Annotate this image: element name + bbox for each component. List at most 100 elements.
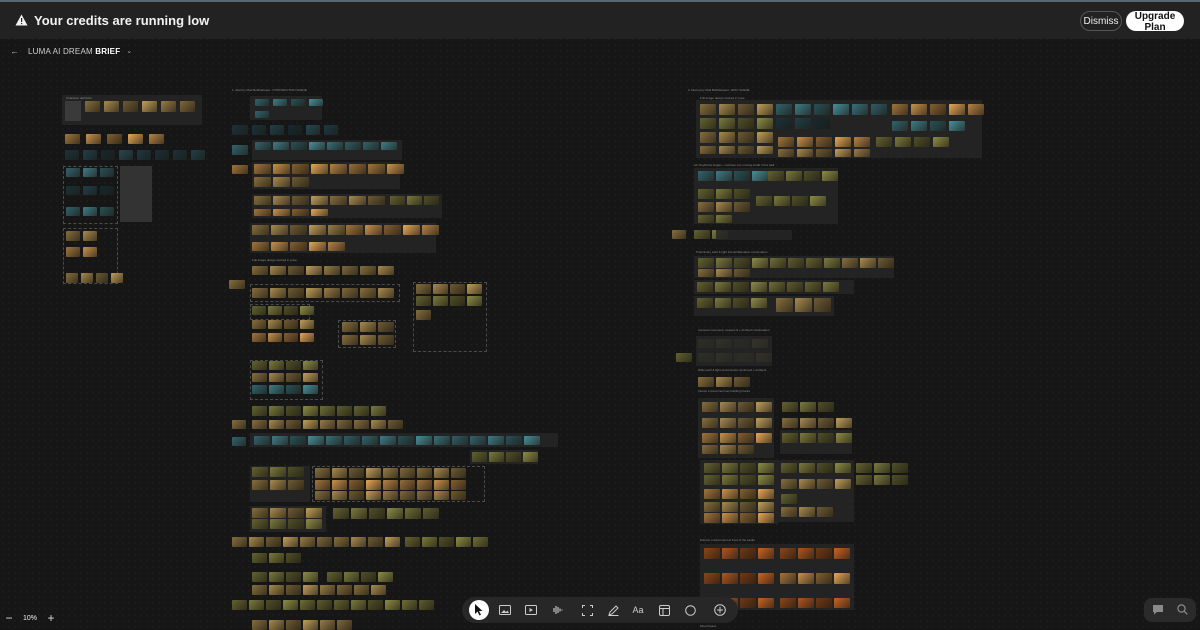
board-thumbnail[interactable] (366, 491, 381, 500)
board-thumbnail[interactable] (344, 436, 360, 445)
board-thumbnail[interactable] (311, 196, 328, 205)
board-thumbnail[interactable] (96, 273, 108, 283)
board-thumbnail[interactable] (252, 288, 268, 298)
board-thumbnail[interactable] (702, 418, 718, 428)
board-thumbnail[interactable] (930, 104, 946, 115)
board-thumbnail[interactable] (119, 150, 133, 160)
board-thumbnail[interactable] (268, 333, 282, 342)
board-thumbnail[interactable] (949, 121, 965, 131)
board-thumbnail[interactable] (895, 137, 911, 147)
board-thumbnail[interactable] (716, 258, 732, 268)
board-thumbnail[interactable] (320, 620, 335, 630)
board-thumbnail[interactable] (270, 480, 286, 490)
board-thumbnail[interactable] (816, 149, 832, 157)
board-thumbnail[interactable] (385, 600, 400, 610)
board-thumbnail[interactable] (818, 402, 834, 412)
board-thumbnail[interactable] (835, 137, 851, 147)
board-thumbnail[interactable] (324, 266, 340, 275)
board-thumbnail[interactable] (774, 196, 790, 206)
board-thumbnail[interactable] (776, 118, 792, 129)
board-thumbnail[interactable] (229, 280, 245, 289)
board-thumbnail[interactable] (288, 467, 304, 477)
board-thumbnail[interactable] (309, 99, 323, 106)
board-thumbnail[interactable] (834, 598, 850, 608)
board-thumbnail[interactable] (368, 537, 383, 547)
board-thumbnail[interactable] (342, 288, 358, 298)
board-thumbnail[interactable] (805, 282, 821, 292)
board-thumbnail[interactable] (814, 298, 831, 312)
zoom-in-button[interactable]: + (44, 611, 58, 625)
board-thumbnail[interactable] (452, 436, 468, 445)
board-thumbnail[interactable] (676, 353, 692, 362)
board-thumbnail[interactable] (836, 433, 852, 443)
board-thumbnail[interactable] (180, 101, 195, 112)
board-thumbnail[interactable] (734, 189, 750, 199)
board-thumbnail[interactable] (892, 475, 908, 485)
board-thumbnail[interactable] (283, 600, 298, 610)
board-thumbnail[interactable] (252, 553, 267, 563)
board-thumbnail[interactable] (390, 196, 405, 205)
board-thumbnail[interactable] (716, 377, 732, 387)
board-thumbnail[interactable] (892, 104, 908, 115)
board-thumbnail[interactable] (232, 600, 247, 610)
board-thumbnail[interactable] (83, 186, 97, 195)
board-thumbnail[interactable] (288, 266, 304, 275)
board-thumbnail[interactable] (720, 433, 736, 443)
board-thumbnail[interactable] (798, 598, 814, 608)
board-thumbnail[interactable] (286, 585, 301, 595)
board-thumbnail[interactable] (85, 101, 100, 112)
board-thumbnail[interactable] (290, 242, 307, 251)
board-thumbnail[interactable] (720, 445, 736, 454)
board-thumbnail[interactable] (758, 463, 774, 473)
board-thumbnail[interactable] (270, 467, 286, 477)
board-thumbnail[interactable] (740, 598, 756, 608)
board-thumbnail[interactable] (842, 258, 858, 268)
board-thumbnail[interactable] (288, 508, 304, 518)
board-thumbnail[interactable] (400, 468, 415, 478)
board-thumbnail[interactable] (290, 436, 306, 445)
board-thumbnail[interactable] (286, 406, 301, 416)
board-thumbnail[interactable] (252, 585, 267, 595)
board-thumbnail[interactable] (252, 467, 268, 477)
board-thumbnail[interactable] (860, 258, 876, 268)
board-thumbnail[interactable] (269, 406, 284, 416)
board-thumbnail[interactable] (380, 436, 396, 445)
board-thumbnail[interactable] (769, 282, 785, 292)
board-thumbnail[interactable] (286, 572, 301, 582)
board-thumbnail[interactable] (252, 125, 266, 135)
board-canvas[interactable]: Character definition 1. Start by Mud Bubb… (0, 39, 1200, 630)
board-thumbnail[interactable] (81, 273, 93, 283)
board-thumbnail[interactable] (719, 132, 735, 143)
board-thumbnail[interactable] (734, 171, 750, 181)
board-thumbnail[interactable] (758, 502, 774, 512)
board-thumbnail[interactable] (269, 553, 284, 563)
board-thumbnail[interactable] (65, 134, 80, 144)
board-thumbnail[interactable] (300, 537, 315, 547)
board-thumbnail[interactable] (697, 298, 713, 308)
board-thumbnail[interactable] (300, 333, 314, 342)
board-thumbnail[interactable] (252, 242, 269, 251)
board-thumbnail[interactable] (814, 118, 830, 129)
board-thumbnail[interactable] (400, 480, 415, 490)
board-thumbnail[interactable] (434, 480, 449, 490)
board-thumbnail[interactable] (700, 104, 716, 115)
board-thumbnail[interactable] (422, 225, 439, 235)
board-thumbnail[interactable] (191, 150, 205, 160)
board-thumbnail[interactable] (66, 168, 80, 177)
board-thumbnail[interactable] (758, 513, 774, 523)
board-thumbnail[interactable] (751, 282, 767, 292)
board-thumbnail[interactable] (101, 150, 115, 160)
board-thumbnail[interactable] (388, 420, 403, 429)
board-thumbnail[interactable] (315, 491, 330, 500)
board-thumbnail[interactable] (306, 519, 322, 529)
board-thumbnail[interactable] (371, 420, 386, 429)
board-thumbnail[interactable] (273, 164, 290, 174)
board-thumbnail[interactable] (417, 468, 432, 478)
board-thumbnail[interactable] (344, 572, 359, 582)
board-thumbnail[interactable] (292, 196, 309, 205)
board-thumbnail[interactable] (715, 282, 731, 292)
board-thumbnail[interactable] (834, 573, 850, 584)
board-thumbnail[interactable] (291, 99, 305, 106)
board-thumbnail[interactable] (722, 475, 738, 485)
board-thumbnail[interactable] (716, 189, 732, 199)
